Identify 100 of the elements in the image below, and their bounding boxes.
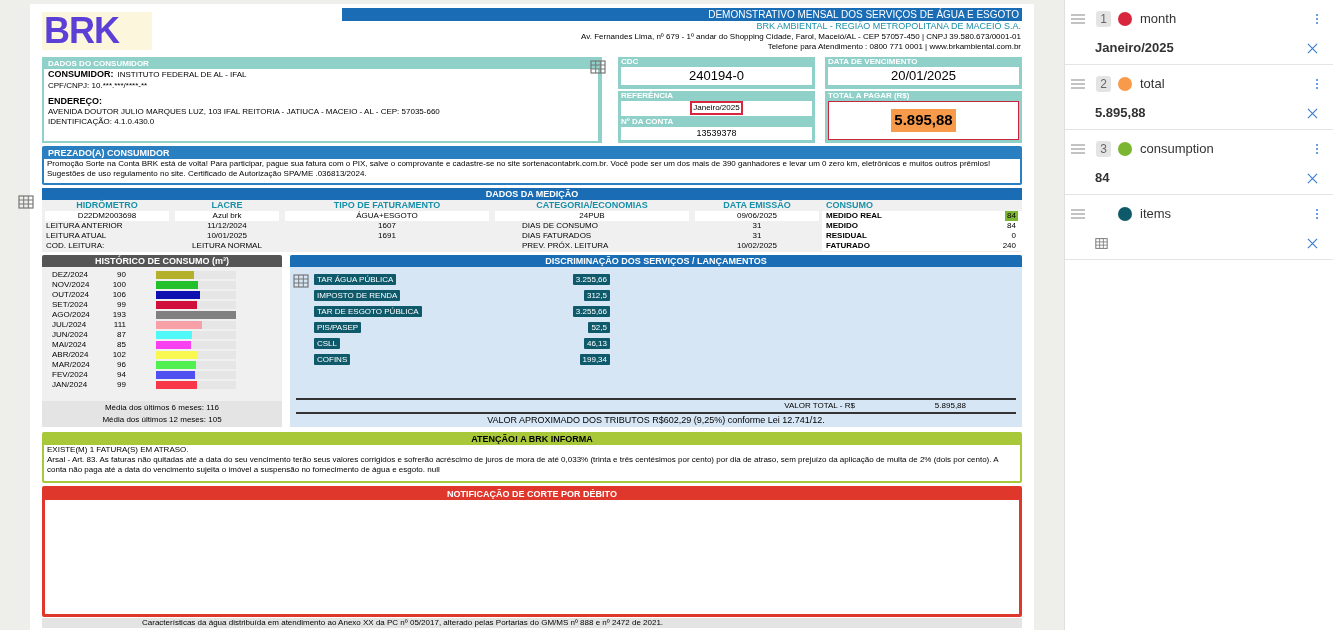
attention-text: Arsal - Art. 83. As faturas não quitadas até a data do seu vencimento terão seus valores corrigidos e sofrerão acréscimo de juros de mora de até 0,033% (trinta e três centésimos por cento) por dia de atraso, sem prejuízo da aplicação de multa de 2% (dois por cento). A conta não paga até a data do vencimento sujeita o imóvel a suspensão no fornecimento de água e esgoto. null [47, 455, 1000, 475]
column-header: CATEGORIA/ECONOMIAS [535, 200, 649, 211]
consumption-value: 100 [111, 280, 126, 290]
cdc-value: 240194-0 [621, 67, 812, 85]
reading-label: DIAS DE CONSUMO [521, 221, 599, 231]
service-description: COFINS [314, 353, 351, 365]
company-phone: Telefone para Atendimento : 0800 771 0001 | www.brkambiental.com.br [767, 42, 1022, 52]
field-name: consumption [1140, 140, 1214, 159]
field-label: TOTAL A PAGAR (R$) [828, 90, 911, 101]
reference-value: Janeiro/2025 [690, 101, 743, 115]
taxes-text: VALOR APROXIMADO DOS TRIBUTOS R$602,29 (9,25%) conforme Lei 12.741/12. [296, 412, 1016, 427]
reading-label: LEITURA ATUAL [45, 231, 108, 241]
consumption-label: MEDIDO [826, 221, 858, 231]
service-description: IMPOSTO DE RENDA [314, 289, 401, 301]
field-value: Janeiro/2025 [1095, 39, 1174, 58]
drag-handle-icon[interactable] [1071, 14, 1085, 24]
section-heading: NOTIFICAÇÃO DE CORTE POR DÉBITO [45, 489, 1019, 500]
consumption-value: 106 [111, 290, 126, 300]
field-number: 1 [1096, 11, 1111, 27]
field-label: CONSUMIDOR: [48, 69, 114, 80]
table-cell: 24PUB [495, 211, 689, 221]
service-description: PIS/PASEP [314, 321, 362, 333]
document-title: DEMONSTRATIVO MENSAL DOS SERVIÇOS DE ÁGUA E ESGOTO [342, 8, 1022, 21]
table-cell: 09/06/2025 [695, 211, 819, 221]
drag-handle-icon[interactable] [1071, 144, 1085, 154]
field-name: total [1140, 75, 1165, 94]
month-label: FEV/2024 [52, 370, 89, 380]
brk-logo: BRK [42, 12, 152, 50]
column-header: TIPO DE FATURAMENTO [332, 200, 442, 211]
total-amount: 5.895,88 [891, 109, 956, 132]
table-cell-text: 10/01/2025 [205, 231, 248, 241]
consumption-label: FATURADO [826, 241, 870, 251]
reading-label: DIAS FATURADOS [521, 231, 593, 241]
close-icon[interactable] [1307, 107, 1318, 119]
consumption-value: 99 [116, 380, 126, 390]
field-number: 2 [1096, 76, 1111, 92]
table-cell: Azul brk [175, 211, 279, 221]
month-label: OUT/2024 [52, 290, 90, 300]
consumption-value: 0 [1010, 231, 1017, 241]
consumption-value: 240 [1001, 241, 1017, 251]
field-label: REFERÊNCIA [621, 90, 674, 101]
column-header: LACRE [210, 200, 244, 211]
table-icon[interactable] [590, 59, 606, 75]
account-number: 13539378 [621, 126, 812, 140]
service-amount: 3.255,66 [572, 305, 610, 317]
consumption-value: 96 [116, 360, 126, 370]
section-heading: DISCRIMINAÇÃO DOS SERVIÇOS / LANÇAMENTOS [290, 255, 1022, 267]
service-description: TAR ÁGUA PÚBLICA [314, 273, 397, 285]
drag-handle-icon[interactable] [1071, 209, 1085, 219]
column-header: DATA EMISSÃO [722, 200, 792, 211]
drag-handle-icon[interactable] [1071, 79, 1085, 89]
table-icon[interactable] [293, 273, 309, 289]
month-label: AGO/2024 [52, 310, 91, 320]
column-header: HIDRÔMETRO [75, 200, 139, 211]
close-icon[interactable] [1307, 172, 1318, 184]
field-name: items [1140, 205, 1172, 224]
close-icon[interactable] [1307, 42, 1318, 54]
service-amount: 312,5 [583, 289, 610, 301]
table-icon[interactable] [18, 194, 34, 210]
consumption-value: 90 [116, 270, 126, 280]
month-label: NOV/2024 [52, 280, 91, 290]
consumption-value: 102 [111, 350, 126, 360]
table-cell-text: LEITURA NORMAL [191, 241, 263, 251]
month-label: JAN/2024 [52, 380, 89, 390]
total-value: 5.895,88 [934, 401, 966, 411]
consumer-name: INSTITUTO FEDERAL DE AL - IFAL [117, 69, 247, 81]
table-cell-text: 31 [751, 221, 763, 231]
month-label: MAR/2024 [52, 360, 91, 370]
table-cell-text: 31 [751, 231, 763, 241]
service-amount: 52,5 [588, 321, 610, 333]
attention-text: EXISTE(M) 1 FATURA(S) EM ATRASO. [47, 445, 190, 455]
consumption-label: MEDIDO REAL [826, 211, 882, 221]
reading-label: LEITURA ANTERIOR [45, 221, 124, 231]
table-cell-text: 11/12/2024 [206, 221, 248, 231]
section-heading: DADOS DA MEDIÇÃO [42, 188, 1022, 200]
month-label: SET/2024 [52, 300, 89, 310]
reading-label: PREV. PRÓX. LEITURA [521, 241, 610, 251]
consumer-address: AVENIDA DOUTOR JULIO MARQUES LUZ, 103 IFAL REITORIA - JATIUCA - MACEIO - AL - CEP: 57035-660 [48, 107, 441, 117]
consumption-value: 84 [1005, 211, 1018, 221]
column-header: CONSUMO [825, 200, 874, 211]
month-label: JUL/2024 [52, 320, 88, 330]
table-icon[interactable] [1095, 236, 1108, 250]
month-label: JUN/2024 [52, 330, 89, 340]
field-number: 3 [1096, 141, 1111, 157]
field-value: 84 [1095, 169, 1110, 188]
consumer-identification: IDENTIFICAÇÃO: 4.1.0.430.0 [48, 117, 156, 127]
close-icon[interactable] [1307, 237, 1318, 249]
consumption-value: 84 [1006, 221, 1017, 231]
section-heading: ATENÇÃO! A BRK INFORMA [470, 434, 594, 445]
section-heading: DADOS DO CONSUMIDOR [47, 59, 150, 69]
field-label: ENDEREÇO: [48, 96, 103, 107]
notice-text: Promoção Sorte na Conta BRK está de volta! Para participar, pague sua fatura com o PIX, salve o comprovante e cadastre-se no site sortenacontabrk.com.br. Você pode ser um dos mais de 390 ganhadores e levar um 0 zero km, eletrônicos e muitos outros prêmios! Sugestões de uso regulamento no site. Certificado de Autorização SPA/ME .036813/2024. [47, 159, 992, 179]
reading-label: COD. LEITURA: [45, 241, 106, 251]
section-heading: HISTÓRICO DE CONSUMO (m³) [42, 255, 282, 267]
table-cell-text: 10/02/2025 [735, 241, 778, 251]
average-text: Média dos últimos 6 meses: 116 [104, 403, 220, 413]
footer-text: Características da água distribuída em atendimento ao Anexo XX da PC nº 05/2017, alterado pelas Portarias do GM/MS nº 888 e nº 2472 de 2021. [42, 618, 1022, 628]
field-label: CDC [621, 57, 640, 67]
service-amount: 3.255,66 [572, 273, 610, 285]
month-label: MAI/2024 [52, 340, 88, 350]
